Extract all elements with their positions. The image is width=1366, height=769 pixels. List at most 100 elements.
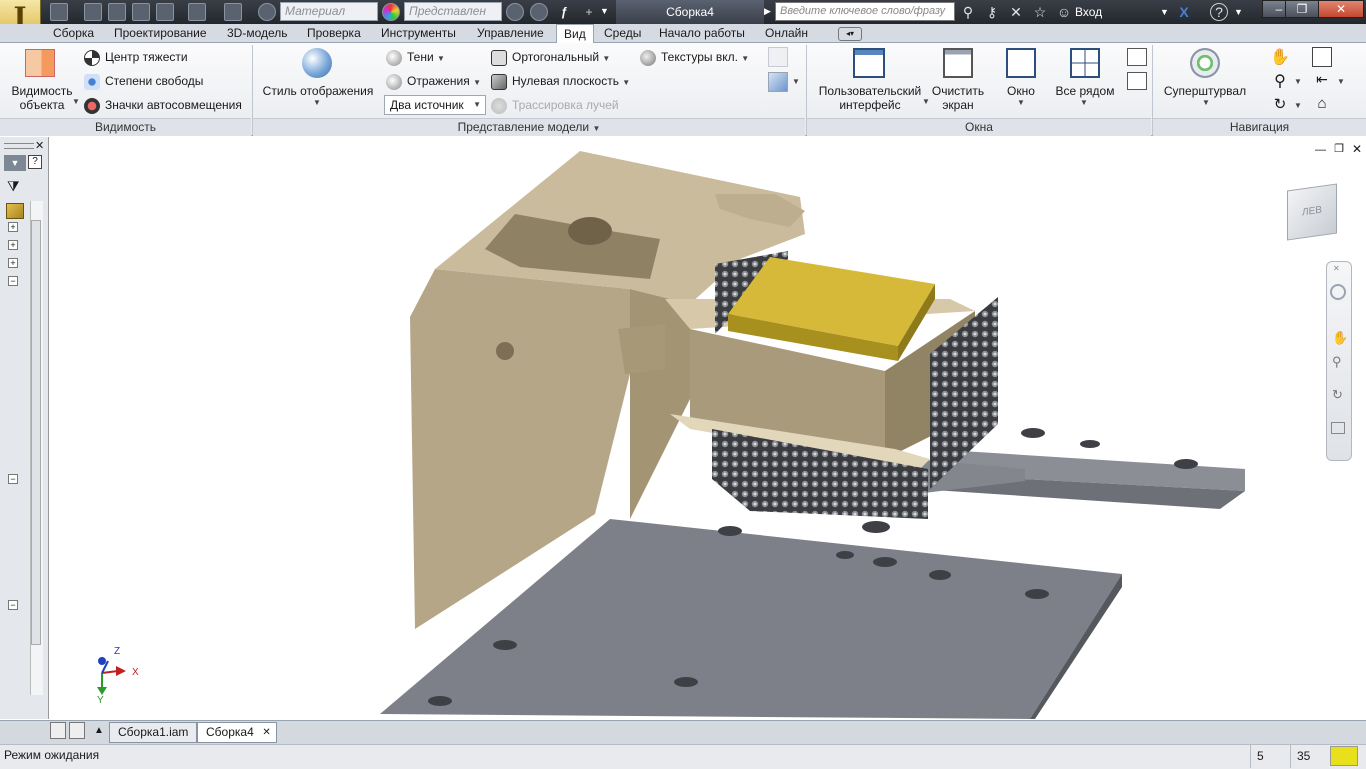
browser-grip[interactable] [4,143,34,149]
tree-expand-icon[interactable]: + [8,240,18,250]
browser-scroll-thumb[interactable] [31,220,41,645]
steering-wheel-icon[interactable] [1190,48,1220,78]
display-style-button[interactable]: Стиль отображения [258,84,378,98]
object-visibility-dropdown-icon[interactable]: ▼ [72,97,80,106]
return-icon[interactable] [188,3,206,21]
navbar-look-at-icon[interactable] [1331,422,1345,434]
section-view-icon[interactable] [768,47,788,67]
communication-icon[interactable]: ✕ [1008,4,1024,20]
navbar-orbit-icon[interactable]: ↻ [1332,387,1343,403]
window-button[interactable]: Окно [996,84,1046,98]
help-search-input[interactable]: Введите ключевое слово/фразу [775,2,955,21]
subscription-icon[interactable]: ⚷ [984,4,1000,20]
help-icon[interactable]: ? [1210,3,1228,21]
navbar-zoom-icon[interactable]: ⚲ [1332,354,1342,370]
graphics-viewport[interactable]: — ❐ ✕ ЛЕВ ✕ ✋ ⚲ ↻ Z X Y [50,139,1366,719]
tree-expand-icon[interactable]: + [8,222,18,232]
tab-manage[interactable]: Управление [470,24,551,42]
document-tab-1[interactable]: Сборка1.iam [109,722,198,743]
update-icon[interactable] [224,3,242,21]
user-icon[interactable]: ☺ [1056,4,1072,20]
viewcube[interactable]: ЛЕВ [1287,183,1337,241]
viewport-close-icon[interactable]: ✕ [1352,142,1362,156]
autolimit-icons-button[interactable]: Значки автосовмещения [84,95,242,115]
ground-plane-button[interactable]: Нулевая плоскость ▼ [491,71,630,91]
reflections-button[interactable]: Отражения ▼ [386,71,481,91]
favorites-star-icon[interactable]: ☆ [1032,4,1048,20]
appearance-icon[interactable] [258,3,276,21]
degrees-of-freedom-button[interactable]: Степени свободы [84,71,203,91]
shadows-button[interactable]: Тени ▼ [386,47,445,67]
tile-documents-icon[interactable] [69,722,85,739]
home-view-icon[interactable]: ⌂ [1312,95,1332,115]
model-view-panel-dropdown-icon[interactable]: ▼ [592,124,600,133]
textures-dropdown-icon[interactable]: ▼ [741,54,749,63]
zoom-all-dropdown-icon[interactable]: ▼ [1337,77,1345,86]
browser-close-icon[interactable]: ✕ [35,139,44,152]
close-button[interactable]: ✕ [1318,0,1364,18]
tab-get-started[interactable]: Начало работы [652,24,752,42]
orthographic-button[interactable]: Ортогональный ▼ [491,47,610,67]
look-at-icon[interactable] [1312,47,1332,67]
maximize-button[interactable]: ❐ [1285,0,1319,18]
login-dropdown-icon[interactable]: ▼ [1160,7,1169,17]
window-dropdown-icon[interactable]: ▼ [1017,98,1025,107]
redo-icon[interactable] [156,3,174,21]
plus-icon[interactable]: + [580,3,598,21]
function-icon[interactable]: ƒ [555,3,573,21]
representation-select[interactable]: Представлен [404,2,502,21]
undo-icon[interactable] [132,3,150,21]
cascade-icon[interactable] [1127,48,1147,66]
switch-window-icon[interactable] [1006,48,1036,78]
tree-collapse-icon[interactable]: − [8,276,18,286]
tree-collapse-icon[interactable]: − [8,474,18,484]
save-icon[interactable] [108,3,126,21]
zoom-dropdown-icon[interactable]: ▼ [1294,77,1302,86]
new-file-icon[interactable] [50,3,68,21]
tab-3d-model[interactable]: 3D-модель [220,24,295,42]
display-style-dropdown-icon[interactable]: ▼ [313,98,321,107]
steering-wheel-button[interactable]: Суперштурвал [1158,84,1252,98]
center-of-gravity-button[interactable]: Центр тяжести [84,47,188,67]
adjust-icon[interactable] [506,3,524,21]
user-interface-button[interactable]: Пользовательский интерфейс [812,84,928,112]
navbar-pan-icon[interactable]: ✋ [1332,330,1348,346]
display-style-icon[interactable] [302,48,332,78]
textures-button[interactable]: Текстуры вкл. ▼ [640,47,749,67]
material-select[interactable]: Материал [280,2,378,21]
browser-view-dropdown-icon[interactable]: ▼ [4,155,26,171]
binoculars-icon[interactable]: ⚲ [960,4,976,20]
section-dropdown-icon[interactable]: ▼ [792,77,800,86]
tree-collapse-icon[interactable]: − [8,600,18,610]
tab-inspect[interactable]: Проверка [300,24,368,42]
tile-all-button[interactable]: Все рядом [1050,84,1120,98]
orthographic-dropdown-icon[interactable]: ▼ [602,54,610,63]
user-interface-icon[interactable] [853,48,885,78]
browser-help-icon[interactable]: ? [28,155,42,169]
assembly-icon[interactable] [6,203,24,219]
document-list-icon[interactable]: ▲ [90,722,108,739]
tab-online[interactable]: Онлайн [758,24,815,42]
tile-all-dropdown-icon[interactable]: ▼ [1080,98,1088,107]
orbit-icon[interactable]: ↻ [1270,95,1290,115]
tree-expand-icon[interactable]: + [8,258,18,268]
zoom-all-icon[interactable]: ⇤ [1312,71,1332,91]
clean-screen-icon[interactable] [943,48,973,78]
shadows-dropdown-icon[interactable]: ▼ [437,54,445,63]
clear-appearance-icon[interactable] [530,3,548,21]
steering-wheel-dropdown-icon[interactable]: ▼ [1202,98,1210,107]
navbar-close-icon[interactable]: ✕ [1333,264,1340,273]
tab-environments[interactable]: Среды [597,24,648,42]
navbar-steering-wheel-icon[interactable] [1330,284,1346,300]
tab-view[interactable]: Вид [556,24,594,44]
cascade-documents-icon[interactable] [50,722,66,739]
expand-search-icon[interactable]: ▶ [764,6,771,17]
object-visibility-icon[interactable] [25,49,55,77]
ground-plane-dropdown-icon[interactable]: ▼ [622,78,630,87]
ribbon-minimize-icon[interactable]: ◂▾ [838,27,862,41]
viewport-minimize-icon[interactable]: — [1315,144,1326,156]
viewport-restore-icon[interactable]: ❐ [1334,142,1344,155]
document-tab-2[interactable]: Сборка4 ✕ [197,722,277,743]
orbit-dropdown-icon[interactable]: ▼ [1294,101,1302,110]
tile-all-icon[interactable] [1070,48,1100,78]
